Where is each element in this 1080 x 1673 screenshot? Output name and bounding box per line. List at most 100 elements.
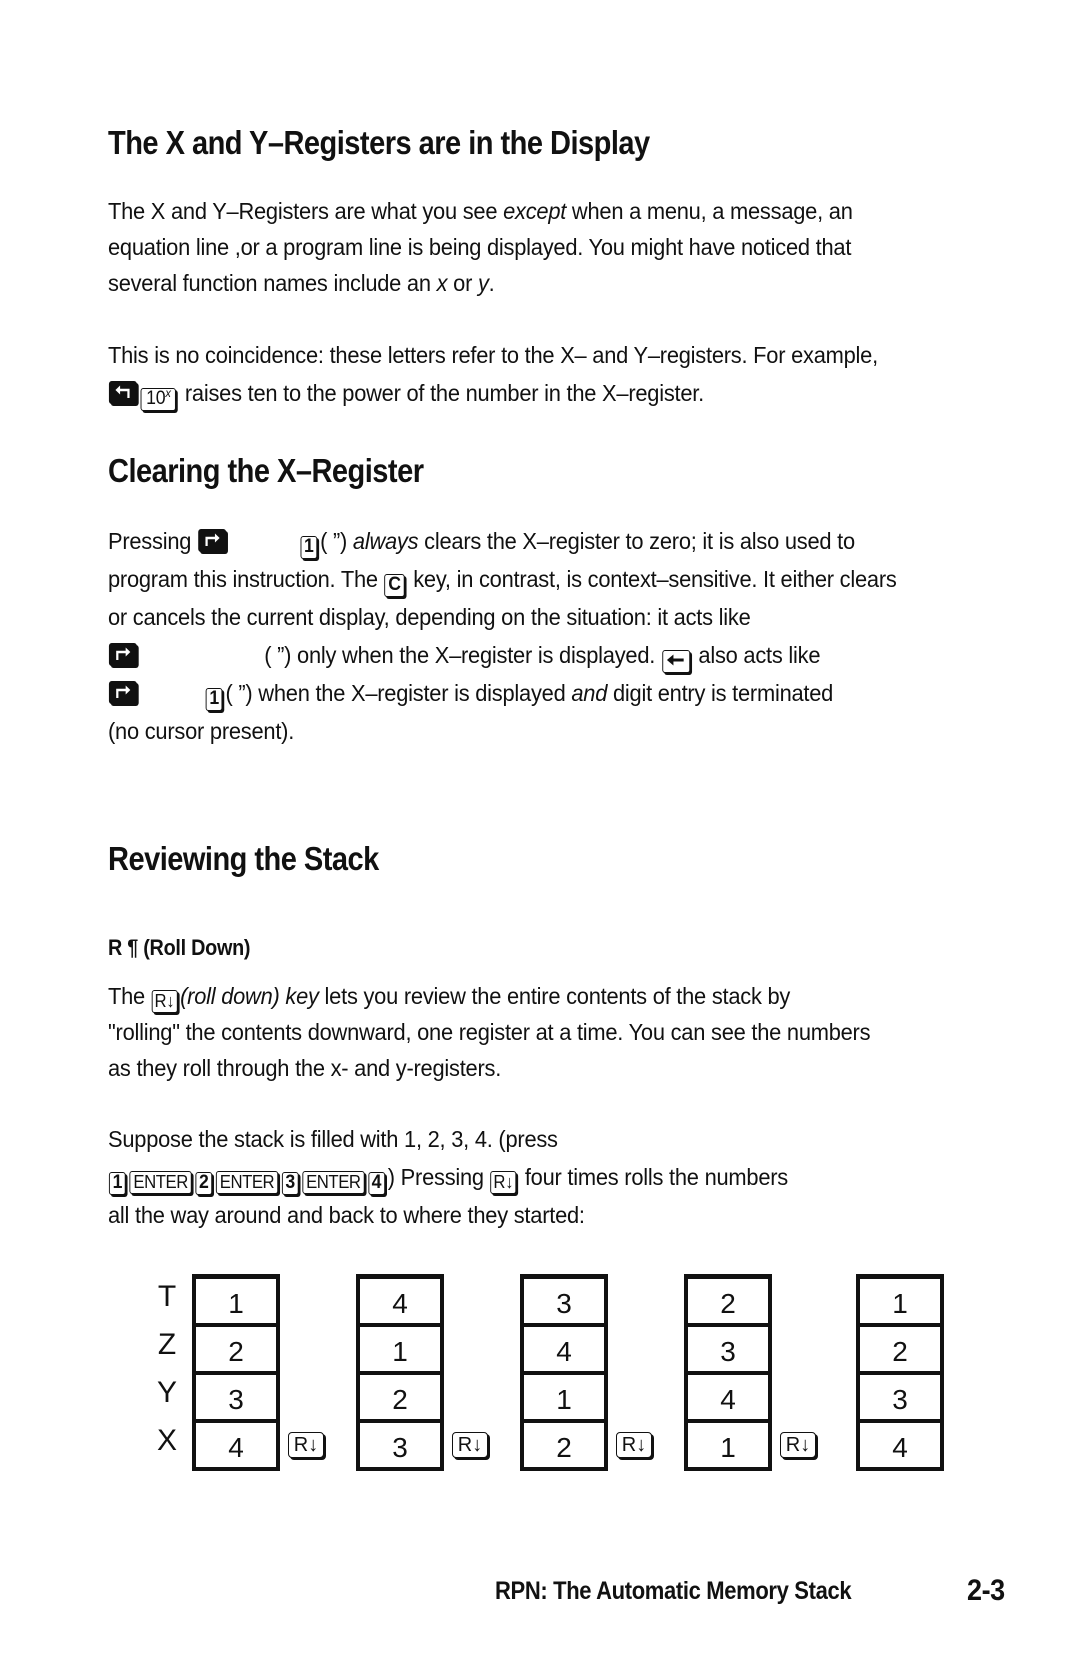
backspace-key-icon	[661, 650, 690, 673]
register-label-t: T	[157, 1280, 177, 1313]
text-run: ( ”) only when the X–register is display…	[264, 642, 661, 668]
text-line: Pressing 1( ”) always clears the X–regis…	[108, 523, 945, 561]
text-line: all the way around and back to where the…	[108, 1202, 585, 1228]
text-run: clears the X–register to zero; it is als…	[418, 528, 855, 554]
clearing-paragraph: Pressing 1( ”) always clears the X–regis…	[108, 523, 945, 751]
text-line: The R↓ (roll down) key lets you review th…	[108, 978, 945, 1014]
stack-cell-t: 4	[360, 1279, 440, 1327]
stack-cell-t: 1	[860, 1279, 940, 1327]
enter-key-icon: ENTER	[129, 1171, 192, 1194]
roll-down-key-icon: R↓	[780, 1432, 816, 1458]
text-line: or cancels the current display, dependin…	[108, 604, 751, 630]
text-run: four times rolls the numbers	[519, 1164, 788, 1190]
key-2-icon: 2	[195, 1172, 213, 1195]
key-1-icon: 1	[300, 536, 318, 559]
key-3-icon: 3	[281, 1172, 299, 1195]
reviewing-paragraph-2: Suppose the stack is filled with 1, 2, 3…	[108, 1121, 945, 1235]
text-run: raises ten to the power of the number in…	[179, 380, 704, 406]
section-heading-display: The X and Y–Registers are in the Display	[108, 124, 650, 161]
section-heading-reviewing: Reviewing the Stack	[108, 840, 379, 877]
roll-down-subheading: R ¶ (Roll Down)	[108, 935, 251, 960]
text-run: several function names include an	[108, 270, 437, 296]
stack-state-3: 341 2	[520, 1274, 608, 1471]
emphasis-text: y	[477, 270, 489, 296]
right-shift-key-icon	[108, 681, 137, 704]
stack-cell-z: 2	[860, 1327, 940, 1375]
text-line: as they roll through the x- and y-regist…	[108, 1055, 502, 1081]
emphasis-text: except	[503, 198, 567, 224]
stack-cell-x: 2	[556, 1432, 572, 1463]
ten-to-x-key-icon: 10x	[140, 386, 177, 411]
text-line: program this instruction. The C key, in …	[108, 561, 945, 599]
roll-down-key-icon: R↓	[490, 1171, 517, 1194]
stack-cell-x: 3	[392, 1432, 408, 1463]
stack-cell-z: 2	[196, 1327, 276, 1375]
text-run: digit entry is terminated	[607, 680, 834, 706]
clear-key-icon: C	[384, 574, 405, 597]
enter-key-icon: ENTER	[302, 1171, 365, 1194]
reviewing-paragraph-1: The R↓ (roll down) key lets you review th…	[108, 978, 945, 1086]
left-shift-key-icon	[108, 381, 137, 404]
stack-cell-x: 4	[892, 1432, 908, 1463]
emphasis-text: (roll down) key	[180, 983, 319, 1009]
stack-cell-z: 3	[688, 1327, 768, 1375]
footer-page-number: 2-3	[967, 1574, 1005, 1607]
text-line: (no cursor present).	[108, 718, 295, 744]
text-line: 1 ENTER 2 ENTER 3 ENTER 4) Pressing R↓ four ti…	[108, 1159, 945, 1197]
manual-page: The X and Y–Registers are in the Display…	[0, 0, 1080, 1673]
stack-cell-z: 1	[360, 1327, 440, 1375]
roll-down-key-icon: R↓	[288, 1432, 324, 1458]
stack-cell-y: 3	[196, 1375, 276, 1423]
emphasis-text: always	[352, 528, 419, 554]
roll-down-key-icon: R↓	[616, 1432, 652, 1458]
emphasis-text: x	[436, 270, 448, 296]
text-line: 10x raises ten to the power of the numbe…	[108, 375, 945, 413]
stack-cell-y: 2	[360, 1375, 440, 1423]
text-run: ( ”) when the X–register is displayed	[225, 680, 572, 706]
section-heading-clearing: Clearing the X–Register	[108, 452, 424, 489]
text-run: key, in contrast, is context–sensitive. …	[407, 566, 897, 592]
right-shift-key-icon	[197, 529, 226, 552]
text-run: .	[488, 270, 495, 296]
stack-state-5: 123 4	[856, 1274, 944, 1471]
display-paragraph-1: The X and Y–Registers are what you see e…	[108, 193, 945, 301]
key-4-icon: 4	[367, 1172, 386, 1195]
text-run: ( ”)	[320, 528, 353, 554]
key-1-icon: 1	[108, 1172, 126, 1195]
text-line: The X and Y–Registers are what you see e…	[108, 193, 945, 229]
footer-chapter-title: RPN: The Automatic Memory Stack	[495, 1577, 852, 1605]
text-line: Suppose the stack is filled with 1, 2, 3…	[108, 1126, 558, 1152]
text-line: equation line ,or a program line is bein…	[108, 234, 852, 260]
display-paragraph-2: This is no coincidence: these letters re…	[108, 337, 945, 413]
key-superscript: x	[165, 386, 171, 400]
stack-state-4: 234 1	[684, 1274, 772, 1471]
stack-cell-y: 4	[688, 1375, 768, 1423]
text-line: several function names include an x or y…	[108, 265, 945, 301]
text-run: lets you review the entire contents of t…	[318, 983, 791, 1009]
stack-cell-t: 3	[524, 1279, 604, 1327]
right-shift-key-icon	[108, 643, 137, 666]
text-run: Pressing	[108, 528, 198, 554]
stack-cell-y: 3	[860, 1375, 940, 1423]
stack-cell-x: 1	[720, 1432, 736, 1463]
stack-cell-x: 4	[228, 1432, 244, 1463]
text-run: also acts like	[692, 642, 821, 668]
text-run: The X and Y–Registers are what you see	[108, 198, 504, 224]
roll-down-key-icon: R↓	[151, 990, 178, 1013]
text-line: 1( ”) when the X–register is displayed a…	[108, 675, 945, 713]
text-run: ) Pressing	[387, 1164, 490, 1190]
stack-cell-y: 1	[524, 1375, 604, 1423]
stack-state-2: 412 3	[356, 1274, 444, 1471]
roll-down-key-icon: R↓	[452, 1432, 488, 1458]
emphasis-text: and	[571, 680, 608, 706]
stack-cell-t: 2	[688, 1279, 768, 1327]
key-sequence: 1 ENTER 2 ENTER 3 ENTER 4	[108, 1164, 388, 1195]
stack-cell-z: 4	[524, 1327, 604, 1375]
key-label: 10	[146, 388, 166, 409]
text-run: The	[108, 983, 151, 1009]
enter-key-icon: ENTER	[216, 1171, 278, 1194]
text-run: program this instruction. The	[108, 566, 384, 592]
text-line: ( ”) only when the X–register is display…	[108, 637, 945, 675]
stack-state-1: 123 4	[192, 1274, 280, 1471]
stack-cell-t: 1	[196, 1279, 276, 1327]
